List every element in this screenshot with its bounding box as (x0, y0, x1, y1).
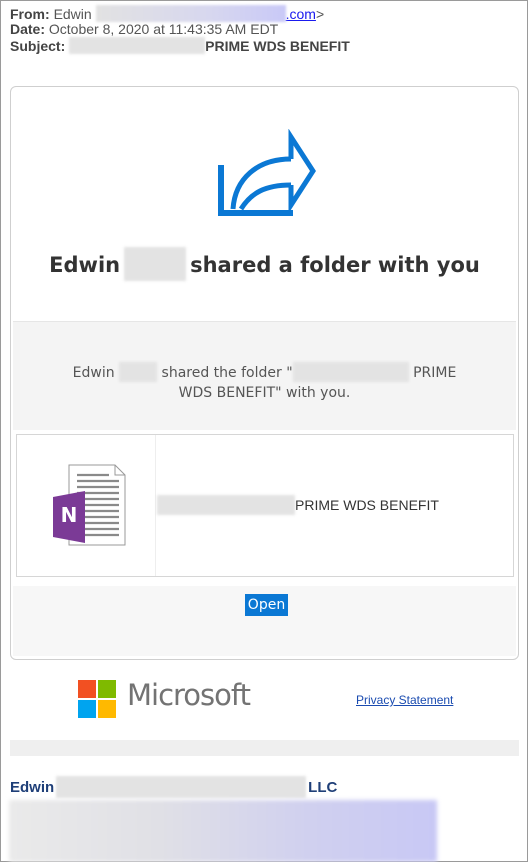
redacted-signature-block (9, 800, 437, 862)
svg-text:N: N (61, 503, 78, 527)
redacted-folder-name (292, 362, 409, 382)
signature-suffix: LLC (308, 779, 338, 796)
open-button[interactable]: Open (245, 594, 288, 616)
signature-name: Edwin LLC (10, 776, 337, 798)
microsoft-wordmark: Microsoft (127, 678, 251, 712)
item-name-text: PRIME WDS BENEFIT (295, 497, 439, 513)
redacted-surname (119, 362, 158, 382)
share-title: Edwin shared a folder with you (11, 247, 518, 281)
open-area: Open (13, 586, 516, 656)
share-card: Edwin shared a folder with you Edwin shar… (10, 86, 519, 660)
privacy-statement-link[interactable]: Privacy Statement (356, 693, 453, 707)
item-divider (155, 435, 156, 576)
title-text: shared a folder with you (190, 253, 480, 277)
footer-divider (10, 740, 519, 756)
redacted-folder-name (157, 495, 295, 515)
from-email-domain[interactable]: .com (286, 6, 316, 22)
from-line: From: Edwin .com> (10, 5, 324, 22)
redacted-subject (69, 37, 206, 54)
from-label: From: (10, 6, 50, 22)
item-name[interactable]: PRIME WDS BENEFIT (157, 495, 439, 515)
message-text: shared the folder " (161, 365, 293, 381)
redacted-email (95, 5, 286, 22)
subject-label: Subject: (10, 38, 66, 54)
subject-value: PRIME WDS BENEFIT (205, 38, 350, 54)
date-line: Date: October 8, 2020 at 11:43:35 AM EDT (10, 21, 278, 37)
from-name: Edwin (53, 6, 92, 22)
subject-line: Subject: PRIME WDS BENEFIT (10, 37, 350, 54)
shared-folder-item[interactable]: N PRIME WDS BENEFIT (16, 434, 514, 577)
share-arrow-icon (218, 129, 316, 216)
redacted-company (56, 776, 307, 798)
from-close: > (315, 6, 325, 22)
title-sharer-name: Edwin (49, 253, 121, 277)
signature-first-name: Edwin (10, 779, 55, 796)
microsoft-logo-icon (78, 680, 116, 718)
share-message-text: Edwin shared the folder " PRIME WDS BENE… (63, 362, 466, 403)
message-sharer-name: Edwin (72, 365, 115, 381)
onenote-icon: N (53, 464, 126, 546)
message-tail: BENEFIT" with you. (216, 385, 351, 401)
redacted-surname (124, 247, 187, 281)
share-message: Edwin shared the folder " PRIME WDS BENE… (13, 321, 516, 430)
date-label: Date: (10, 21, 46, 37)
date-value: October 8, 2020 at 11:43:35 AM EDT (48, 21, 279, 37)
